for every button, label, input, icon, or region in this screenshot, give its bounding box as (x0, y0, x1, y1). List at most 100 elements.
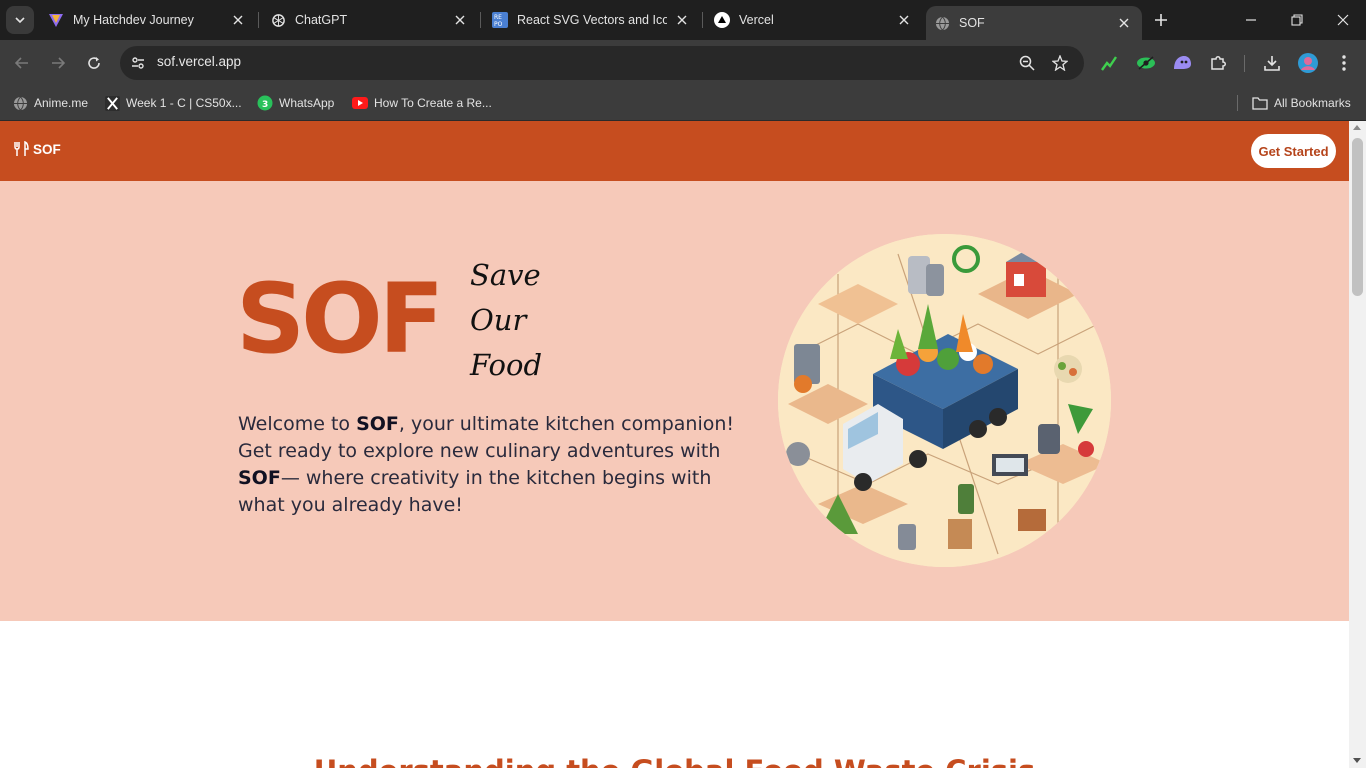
restore-icon (1291, 14, 1303, 26)
minimize-icon (1246, 19, 1256, 21)
close-icon[interactable] (896, 12, 912, 28)
scrollbar-thumb[interactable] (1352, 138, 1363, 296)
close-icon[interactable] (230, 12, 246, 28)
star-icon (1052, 55, 1068, 71)
bookmark-label: Week 1 - C | CS50x... (126, 96, 242, 110)
extension-ghost-button[interactable] (1171, 52, 1193, 74)
profile-button[interactable] (1297, 52, 1319, 74)
tab-divider (480, 12, 481, 28)
bookmark-star-button[interactable] (1050, 53, 1070, 73)
x-logo-icon (104, 95, 120, 111)
chevron-down-icon (15, 17, 25, 24)
tab-title: SOF (959, 16, 985, 30)
intro-brand: SOF (356, 413, 399, 435)
tab-divider (258, 12, 259, 28)
site-info-button[interactable] (126, 51, 150, 75)
page-scrollbar[interactable] (1349, 121, 1366, 768)
tab-vercel[interactable]: Vercel (704, 0, 922, 40)
tab-chatgpt[interactable]: ChatGPT (260, 0, 478, 40)
arrow-right-icon (52, 57, 66, 69)
whatsapp-icon: 3 (257, 95, 273, 111)
tab-title: React SVG Vectors and Icons (517, 13, 667, 27)
hero-slogan: Save Our Food (470, 253, 542, 388)
hero-section: SOF Save Our Food Welcome to SOF, your u… (0, 181, 1349, 621)
tab-title: My Hatchdev Journey (73, 13, 194, 27)
puzzle-icon (1211, 56, 1226, 70)
tab-sof[interactable]: SOF (926, 6, 1142, 40)
globe-icon (12, 95, 28, 111)
get-started-button[interactable]: Get Started (1251, 134, 1336, 168)
tab-react-svg[interactable]: RE PO React SVG Vectors and Icons (482, 0, 700, 40)
zoom-button[interactable] (1017, 53, 1037, 73)
tab-strip: My Hatchdev Journey ChatGPT RE PO React S… (0, 0, 1366, 40)
tune-icon (132, 57, 144, 69)
restore-button[interactable] (1274, 0, 1320, 40)
section-title: Understanding the Global Food Waste Cris… (0, 754, 1349, 768)
hero-intro: Welcome to SOF, your ultimate kitchen co… (238, 411, 758, 519)
close-icon (1337, 14, 1349, 26)
toolbar-divider (1244, 55, 1245, 72)
forward-button[interactable] (44, 49, 72, 77)
back-button[interactable] (8, 49, 36, 77)
hatchdev-logo-icon (48, 12, 64, 28)
close-icon[interactable] (674, 12, 690, 28)
intro-text: Welcome to (238, 413, 357, 435)
more-vertical-icon (1342, 55, 1346, 71)
close-icon[interactable] (1116, 15, 1132, 31)
intro-brand: SOF (238, 467, 281, 489)
scroll-up-arrow-icon[interactable] (1353, 125, 1361, 130)
tab-divider (702, 12, 703, 28)
address-bar[interactable]: sof.vercel.app (120, 46, 1084, 80)
hero-logo: SOF (236, 263, 444, 375)
ghost-extension-icon (1174, 56, 1191, 69)
all-bookmarks-button[interactable]: All Bookmarks (1252, 92, 1351, 114)
whatsapp-badge: 3 (262, 100, 268, 110)
intro-text: — where creativity in the kitchen begins… (238, 467, 712, 516)
eye-extension-icon (1137, 56, 1155, 70)
browser-toolbar: sof.vercel.app (0, 40, 1366, 85)
bookmark-anime[interactable]: Anime.me (12, 92, 88, 114)
brand-link[interactable]: SOF (13, 141, 61, 157)
bookmarks-divider (1237, 95, 1238, 111)
menu-button[interactable] (1333, 52, 1355, 74)
site-navbar: SOF Get Started (0, 121, 1349, 181)
extension-eye-button[interactable] (1135, 52, 1157, 74)
zoom-out-icon (1019, 55, 1035, 71)
bookmark-cs50[interactable]: Week 1 - C | CS50x... (104, 92, 242, 114)
scroll-down-arrow-icon[interactable] (1353, 758, 1361, 763)
slogan-line: Save (470, 258, 541, 292)
close-icon[interactable] (452, 12, 468, 28)
vercel-logo-icon (714, 12, 730, 28)
plus-icon (1155, 14, 1167, 26)
arrow-left-icon (14, 57, 28, 69)
bookmark-label: WhatsApp (279, 96, 335, 110)
globe-icon (934, 15, 950, 31)
new-tab-button[interactable] (1150, 9, 1172, 31)
url-text[interactable]: sof.vercel.app (157, 54, 241, 69)
youtube-icon (352, 95, 368, 111)
svg-text:PO: PO (494, 21, 503, 28)
extensions-button[interactable] (1207, 52, 1229, 74)
tab-title: Vercel (739, 13, 774, 27)
close-window-button[interactable] (1320, 0, 1366, 40)
slogan-line: Our (470, 303, 527, 337)
downloads-button[interactable] (1261, 52, 1283, 74)
minimize-button[interactable] (1228, 0, 1274, 40)
reload-button[interactable] (80, 49, 108, 77)
bookmark-youtube[interactable]: How To Create a Re... (352, 92, 492, 114)
download-icon (1264, 56, 1280, 71)
fork-knife-icon (13, 141, 29, 157)
openai-logo-icon (270, 12, 286, 28)
bookmark-label: Anime.me (34, 96, 89, 110)
bookmark-whatsapp[interactable]: 3 WhatsApp (257, 92, 334, 114)
svg-text:RE: RE (494, 14, 502, 21)
all-bookmarks-label: All Bookmarks (1274, 96, 1351, 110)
tab-hatchdev[interactable]: My Hatchdev Journey (38, 0, 256, 40)
folder-icon (1252, 95, 1268, 111)
brand-name: SOF (33, 141, 61, 157)
extension-analytics-button[interactable] (1098, 52, 1120, 74)
tab-search-button[interactable] (6, 6, 34, 34)
bookmarks-bar: Anime.me Week 1 - C | CS50x... 3 WhatsAp… (0, 85, 1366, 121)
tab-title: ChatGPT (295, 13, 348, 27)
repo-logo-icon: RE PO (492, 12, 508, 28)
